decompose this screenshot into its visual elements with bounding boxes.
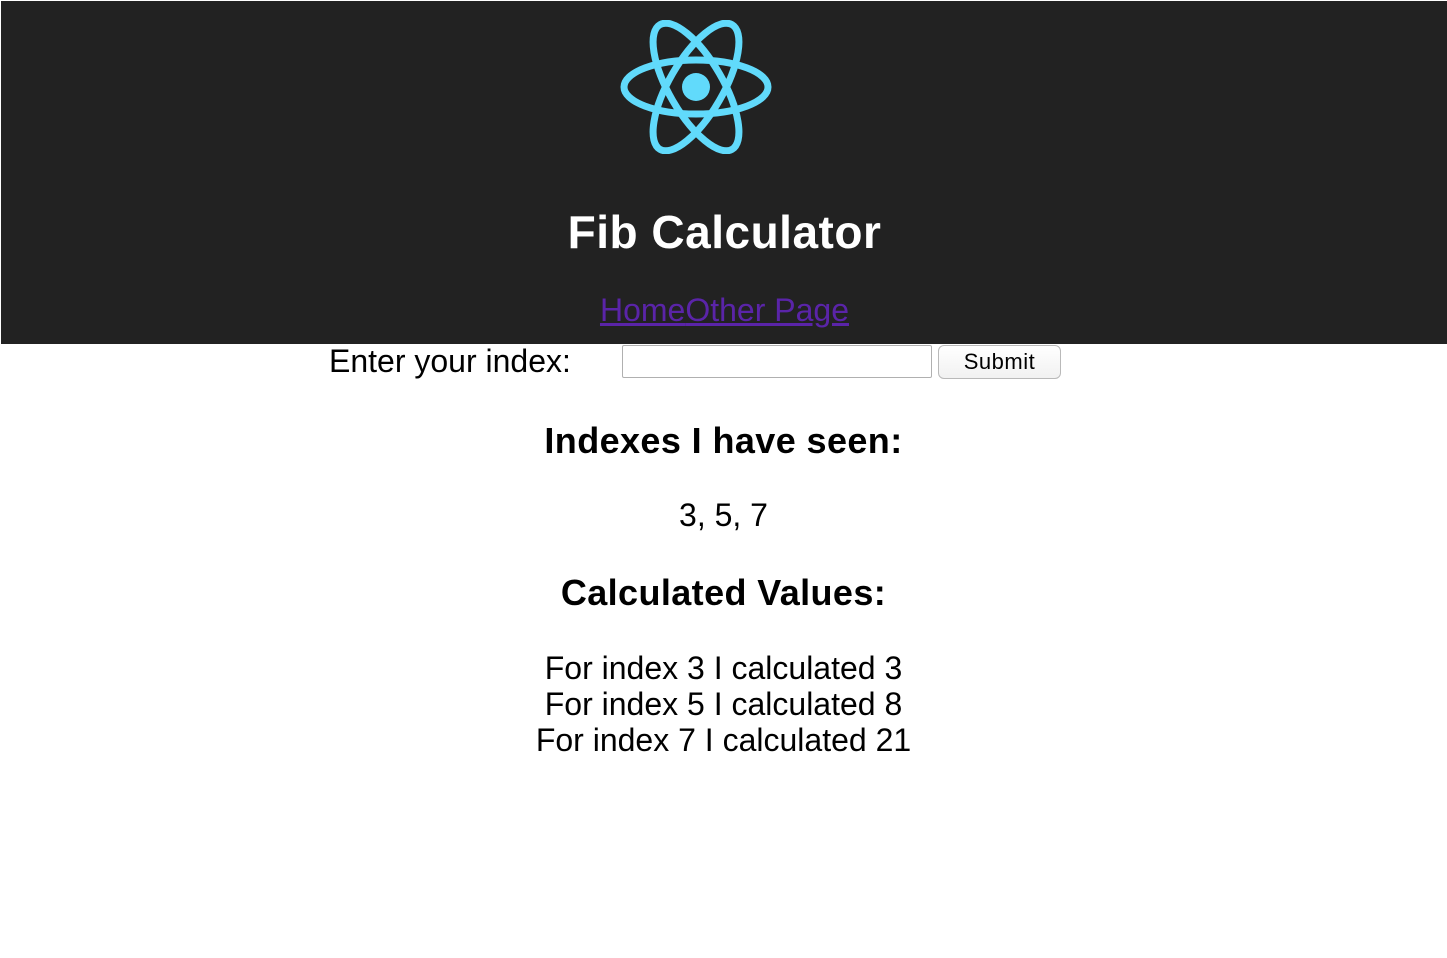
indexes-seen-list: 3, 5, 7 [679,497,768,533]
indexes-seen-heading: Indexes I have seen: [544,420,903,461]
nav-link-home[interactable]: Home [600,292,685,328]
nav-links: HomeOther Page [1,291,1447,329]
index-input[interactable] [622,345,932,378]
app-header: Fib Calculator HomeOther Page [1,1,1447,344]
calculated-value-row: For index 7 I calculated 21 [535,722,912,758]
page-title: Fib Calculator [567,206,882,258]
submit-button[interactable]: Submit [938,345,1061,379]
index-form: Enter your index: Submit [0,342,1447,382]
calculated-value-row: For index 3 I calculated 3 [544,650,903,686]
calculated-values-heading: Calculated Values: [560,572,887,613]
calculated-values-list: For index 3 I calculated 3 For index 5 I… [0,650,1447,758]
react-atom-icon [620,20,772,154]
nav-link-other-page[interactable]: Other Page [685,292,849,328]
calculated-value-row: For index 5 I calculated 8 [544,686,903,722]
index-label: Enter your index: [329,343,571,379]
